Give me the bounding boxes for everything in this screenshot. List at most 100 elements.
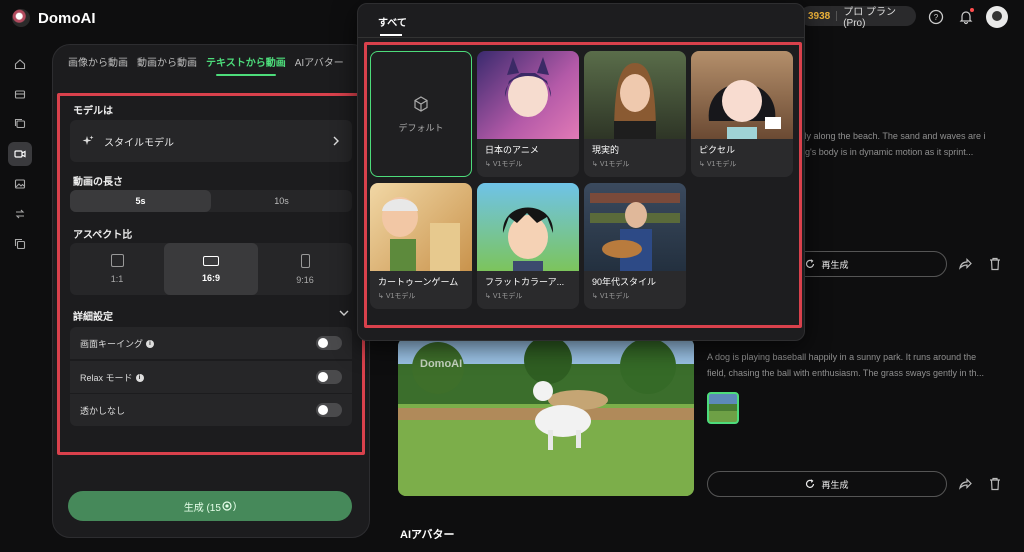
style-title-flat-color: フラットカラーア... [485,277,565,287]
notification-dot [970,8,974,12]
style-image-realistic [584,51,686,139]
regenerate-button-2[interactable]: 再生成 [707,471,947,497]
tab-text-to-video[interactable]: テキストから動画 [206,54,286,76]
style-title-cartoon-game: カートゥーンゲーム [378,277,459,287]
length-option-5s[interactable]: 5s [70,190,211,212]
regenerate-label-1: 再生成 [821,259,849,270]
toggle-label-relax: Relax モード i [80,371,144,384]
length-selector: 5s 10s [70,190,352,212]
style-title-realistic: 現実的 [592,145,620,155]
aspect-label-9-16: 9:16 [296,274,314,285]
avatar[interactable] [986,6,1008,28]
style-sub-pixel-text: V1モデル [706,161,737,168]
app-logo[interactable]: DomoAI [12,8,96,28]
style-card-flat-color[interactable]: フラットカラーア... ↳ V1モデル [477,183,579,309]
aspect-option-1-1[interactable]: 1:1 [70,243,164,295]
prompt-text-1-line1: fully along the beach. The sand and wave… [795,131,986,141]
style-sub-realistic: ↳ V1モデル [592,161,630,168]
style-sub-anime-text: V1モデル [492,161,523,168]
tab-image-to-video[interactable]: 画像から動画 [68,54,128,69]
video-watermark: DomoAI [420,358,463,370]
regenerate-label-2: 再生成 [821,479,849,490]
info-icon: i [135,374,144,383]
gallery-icon[interactable] [8,112,32,136]
aspect-option-9-16[interactable]: 9:16 [258,243,352,295]
length-option-10s[interactable]: 10s [211,190,352,212]
generate-button[interactable]: 生成 (15 ) [68,491,352,521]
style-title-anime: 日本のアニメ [485,145,539,155]
cube-icon [414,95,428,112]
style-sub-flat-color-text: V1モデル [492,293,523,300]
style-card-default[interactable]: デフォルト [370,51,472,177]
share-icon[interactable] [958,477,972,491]
prompt-text-1-line2: dog's body is in dynamic motion as it sp… [795,147,974,157]
video-icon[interactable] [8,142,32,166]
aspect-selector: 1:1 16:9 9:16 [70,243,352,295]
keying-text: 画面キーイング [80,338,144,349]
trash-icon[interactable] [989,477,1001,491]
refresh-icon [806,259,815,268]
style-card-cartoon-game[interactable]: カートゥーンゲーム ↳ V1モデル [370,183,472,309]
credits-count: 3938 [808,10,831,22]
length-label: 動画の長さ [73,177,123,188]
style-sub-90s: ↳ V1モデル [592,293,630,300]
section-title-ai-avatar: AIアバター [400,529,455,541]
home-icon[interactable] [8,52,32,76]
style-image-flat-color [477,183,579,271]
popup-tab-all[interactable]: すべて [378,14,407,29]
image-icon[interactable] [8,172,32,196]
model-label: モデルは [73,106,113,117]
sidebar [8,52,34,262]
svg-text:?: ? [934,13,939,22]
aspect-label-1-1: 1:1 [110,274,124,284]
aspect-label: アスペクト比 [73,230,133,241]
tab-video-to-video[interactable]: 動画から動画 [137,54,197,69]
watermark-toggle[interactable] [316,403,342,417]
aspect-label-16-9: 16:9 [201,272,220,283]
keying-toggle[interactable] [316,336,342,350]
swap-icon[interactable] [8,202,32,226]
video-preview[interactable]: DomoAI [398,338,694,496]
style-sub-cartoon-game-text: V1モデル [385,293,416,300]
share-icon[interactable] [958,257,972,271]
prompt-text-2-line1: A dog is playing baseball happily in a s… [707,352,977,362]
aspect-option-16-9[interactable]: 16:9 [164,243,258,295]
generate-label: 生成 (15 [183,502,221,514]
style-title-90s: 90年代スタイル [592,277,657,287]
toggle-row-keying: 画面キーイング i [70,327,352,359]
style-image-pixel [691,51,793,139]
style-model-selector[interactable]: スタイルモデル [70,120,352,162]
chevron-right-icon [333,136,339,146]
prompt-text-2: A dog is playing baseball happily in a s… [707,349,984,381]
watermark-text: 透かしなし [80,405,126,416]
mode-tabs: 画像から動画 動画から動画 テキストから動画 AIアバター [68,50,358,76]
relax-text: Relax モード [80,372,133,383]
box-icon[interactable] [8,82,32,106]
style-sub-cartoon-game: ↳ V1モデル [378,293,416,300]
style-card-90s[interactable]: 90年代スタイル ↳ V1モデル [584,183,686,309]
help-icon[interactable]: ? [927,8,945,26]
trash-icon[interactable] [989,257,1001,271]
style-image-anime [477,51,579,139]
tab-ai-avatar[interactable]: AIアバター [295,54,344,69]
style-card-anime[interactable]: 日本のアニメ ↳ V1モデル [477,51,579,177]
style-sub-pixel: ↳ V1モデル [699,161,737,168]
popup-tab-indicator [380,34,402,36]
style-sub-flat-color: ↳ V1モデル [485,293,523,300]
popup-divider [358,37,804,38]
style-image-90s [584,183,686,271]
style-card-realistic[interactable]: 現実的 ↳ V1モデル [584,51,686,177]
info-icon: i [146,340,155,349]
copy-icon[interactable] [8,232,32,256]
style-card-pixel[interactable]: ピクセル ↳ V1モデル [691,51,793,177]
landscape-icon [203,255,219,266]
portrait-icon [300,253,310,268]
relax-toggle[interactable] [316,370,342,384]
credits-badge[interactable]: 3938 プロ プラン(Pro) [800,6,916,29]
style-title-pixel: ピクセル [699,145,736,155]
advanced-label: 詳細設定 [73,312,113,323]
style-sub-realistic-text: V1モデル [599,161,630,168]
reference-thumbnail[interactable] [707,392,739,424]
chevron-down-icon[interactable] [339,309,349,317]
default-label: デフォルト [398,122,444,133]
